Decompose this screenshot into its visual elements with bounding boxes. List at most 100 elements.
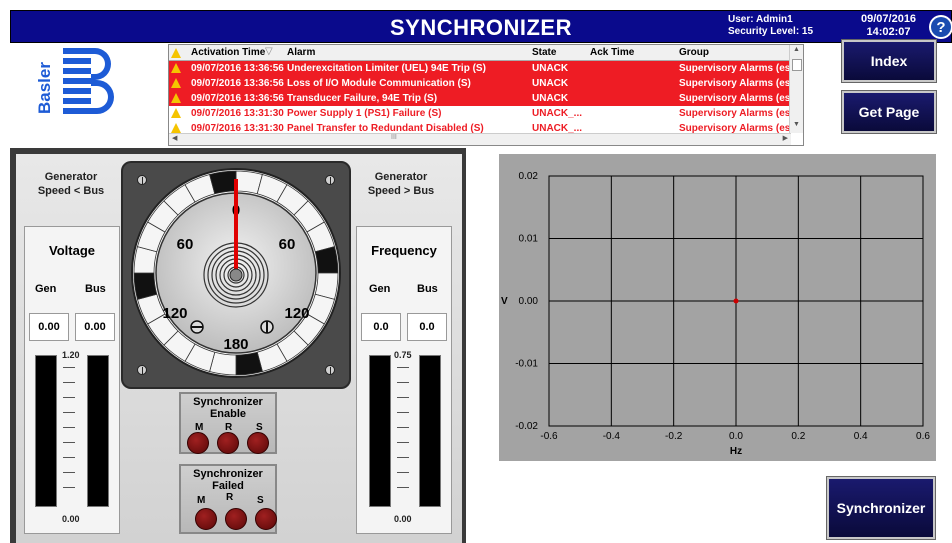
voltage-scale-ticks bbox=[59, 367, 79, 502]
gen-fast-line1: Generator bbox=[374, 171, 428, 183]
voltage-scale-min: 0.00 bbox=[62, 514, 80, 524]
plus-screw-icon bbox=[260, 320, 274, 334]
get-page-button[interactable]: Get Page bbox=[841, 90, 937, 134]
failed-label-m: M bbox=[197, 495, 206, 506]
alarm-group: Supervisory Alarms (es) bbox=[679, 93, 794, 104]
col-activation-time[interactable]: Activation Time bbox=[191, 47, 265, 58]
col-group[interactable]: Group bbox=[679, 47, 709, 58]
voltage-meter: Voltage Gen Bus 0.00 0.00 1.20 0.00 bbox=[24, 226, 120, 534]
y-tick-label: -0.02 bbox=[515, 421, 538, 432]
enable-led-s bbox=[247, 432, 269, 454]
x-tick-label: -0.6 bbox=[540, 431, 558, 442]
dial-segment bbox=[235, 351, 263, 376]
enable-title: Synchronizer Enable bbox=[181, 396, 275, 420]
frequency-bus-label: Bus bbox=[417, 283, 438, 295]
synchroscope-dial: 0 60 60 120 120 180 bbox=[131, 168, 341, 378]
alarm-text: Transducer Failure, 94E Trip (S) bbox=[287, 93, 438, 104]
user-info: User: Admin1 Security Level: 15 bbox=[728, 14, 813, 38]
failed-led-m bbox=[195, 508, 217, 530]
alarm-text: Power Supply 1 (PS1) Failure (S) bbox=[287, 108, 442, 119]
dial-label-60-right: 60 bbox=[279, 236, 296, 253]
alarm-group: Supervisory Alarms (es) bbox=[679, 63, 794, 74]
alarm-row[interactable]: 09/07/2016 13:31:30 Power Supply 1 (PS1) … bbox=[169, 106, 803, 121]
alarm-table[interactable]: Activation Time ▽ Alarm State Ack Time G… bbox=[168, 44, 804, 146]
warning-icon bbox=[171, 123, 181, 133]
frequency-bus-value: 0.0 bbox=[407, 313, 447, 341]
x-tick-label: -0.4 bbox=[603, 431, 621, 442]
help-button[interactable]: ? bbox=[929, 15, 952, 39]
x-tick-label: 0.2 bbox=[791, 431, 805, 442]
voltage-bus-bar bbox=[87, 355, 109, 507]
scroll-right-icon[interactable]: ▶ bbox=[783, 134, 788, 142]
alarm-time: 09/07/2016 13:36:56 bbox=[191, 93, 284, 104]
x-tick-label: 0.4 bbox=[854, 431, 868, 442]
failed-title: Synchronizer Failed bbox=[181, 468, 275, 492]
x-tick-label: 0.6 bbox=[916, 431, 930, 442]
alarm-text: Loss of I/O Module Communication (S) bbox=[287, 78, 471, 89]
y-axis-label: V bbox=[501, 296, 508, 307]
frequency-title: Frequency bbox=[371, 243, 437, 258]
voltage-gen-label: Gen bbox=[35, 283, 57, 295]
alarm-row[interactable]: 09/07/2016 13:36:56 Transducer Failure, 9… bbox=[169, 91, 803, 106]
scroll-left-icon[interactable]: ◀ bbox=[172, 134, 177, 142]
voltage-bus-label: Bus bbox=[85, 283, 106, 295]
scroll-up-icon[interactable]: ▲ bbox=[793, 46, 800, 53]
scroll-thumb[interactable] bbox=[792, 59, 802, 71]
alarm-group: Supervisory Alarms (es) bbox=[679, 108, 794, 119]
gen-slow-line1: Generator bbox=[44, 171, 98, 183]
alarm-time: 09/07/2016 13:36:56 bbox=[191, 63, 284, 74]
scroll-down-icon[interactable]: ▼ bbox=[793, 121, 800, 128]
warning-icon bbox=[171, 78, 181, 88]
x-tick-label: 0.0 bbox=[729, 431, 743, 442]
x-axis-label: Hz bbox=[730, 446, 742, 457]
x-tick-label: -0.2 bbox=[665, 431, 683, 442]
alarm-time: 09/07/2016 13:36:56 bbox=[191, 78, 284, 89]
voltage-gen-value: 0.00 bbox=[29, 313, 69, 341]
warning-icon bbox=[171, 63, 181, 73]
alarm-row[interactable]: 09/07/2016 13:36:56 Loss of I/O Module Co… bbox=[169, 76, 803, 91]
alarm-group: Supervisory Alarms (es) bbox=[679, 78, 794, 89]
voltage-scale-max: 1.20 bbox=[62, 350, 80, 360]
frequency-gen-value: 0.0 bbox=[361, 313, 401, 341]
dial-label-120-right: 120 bbox=[284, 305, 309, 322]
frequency-gen-label: Gen bbox=[369, 283, 391, 295]
gen-fast-label: Generator Speed > Bus bbox=[356, 170, 446, 198]
col-state[interactable]: State bbox=[532, 47, 556, 58]
vector-plot-svg: -0.6 -0.4 -0.2 0.0 0.2 0.4 0.6 0.02 0.01 0.00 -0.0… bbox=[501, 171, 930, 457]
warning-icon bbox=[171, 108, 181, 118]
y-tick-label: -0.01 bbox=[515, 359, 538, 370]
gen-slow-label: Generator Speed < Bus bbox=[26, 170, 116, 198]
alarm-text: Underexcitation Limiter (UEL) 94E Trip (… bbox=[287, 63, 486, 74]
alarm-table-header: Activation Time ▽ Alarm State Ack Time G… bbox=[169, 45, 803, 61]
synchronizer-button[interactable]: Synchronizer bbox=[826, 476, 936, 540]
alarm-vertical-scrollbar[interactable]: ▲ ▼ bbox=[789, 45, 803, 133]
logo-text: Basler bbox=[37, 62, 54, 114]
vector-plot: -0.6 -0.4 -0.2 0.0 0.2 0.4 0.6 0.02 0.01 0.00 -0.0… bbox=[499, 154, 936, 461]
alarm-row[interactable]: 09/07/2016 13:36:56 Underexcitation Limit… bbox=[169, 61, 803, 76]
index-button[interactable]: Index bbox=[841, 39, 937, 83]
failed-title-line1: Synchronizer bbox=[193, 468, 263, 480]
voltage-title: Voltage bbox=[49, 243, 95, 258]
enable-led-m bbox=[187, 432, 209, 454]
enable-title-line1: Synchronizer bbox=[193, 396, 263, 408]
alarm-state: UNACK bbox=[532, 63, 569, 74]
time-label: 14:02:07 bbox=[866, 26, 911, 38]
date-label: 09/07/2016 bbox=[861, 13, 917, 25]
failed-label-s: S bbox=[257, 495, 264, 506]
dial-segment bbox=[133, 272, 158, 300]
help-icon: ? bbox=[931, 17, 951, 37]
data-point bbox=[733, 298, 739, 304]
title-bar: SYNCHRONIZER User: Admin1 Security Level… bbox=[10, 10, 952, 43]
voltage-gen-bar bbox=[35, 355, 57, 507]
frequency-bus-bar bbox=[419, 355, 441, 507]
col-ack-time[interactable]: Ack Time bbox=[590, 47, 634, 58]
failed-led-s bbox=[255, 508, 277, 530]
alarm-horizontal-scrollbar[interactable]: ◀ III ▶ bbox=[169, 133, 791, 145]
dial-label-120-left: 120 bbox=[162, 305, 187, 322]
dial-segment bbox=[209, 170, 237, 195]
scroll-grip[interactable]: III bbox=[391, 134, 397, 141]
col-alarm[interactable]: Alarm bbox=[287, 47, 315, 58]
y-tick-label: 0.01 bbox=[519, 234, 539, 245]
alarm-time: 09/07/2016 13:31:30 bbox=[191, 108, 284, 119]
sort-arrow-icon[interactable]: ▽ bbox=[265, 46, 273, 57]
